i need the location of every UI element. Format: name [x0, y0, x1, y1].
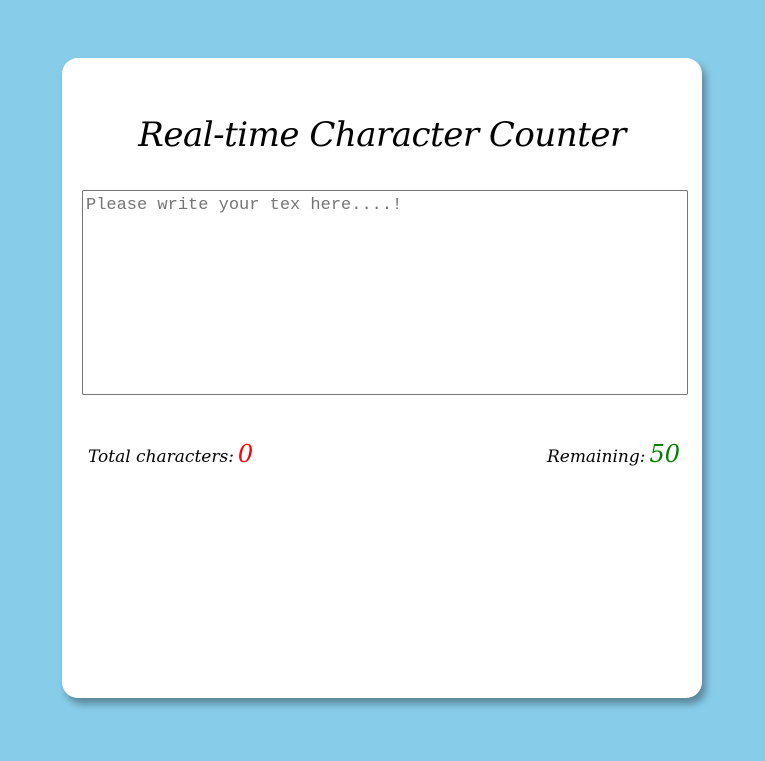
remaining-stat: Remaining: 50 [547, 440, 680, 468]
text-input[interactable] [82, 190, 688, 395]
remaining-label: Remaining: [546, 447, 646, 467]
total-characters-value: 0 [237, 440, 254, 468]
remaining-value: 50 [649, 440, 680, 468]
page-title: Real-time Character Counter [138, 115, 626, 155]
stats-row: Total characters: 0 Remaining: 50 [88, 440, 680, 476]
total-characters-label: Total characters: [88, 447, 234, 467]
counter-card: Real-time Character Counter Total charac… [62, 58, 702, 698]
total-characters-stat: Total characters: 0 [88, 440, 253, 468]
